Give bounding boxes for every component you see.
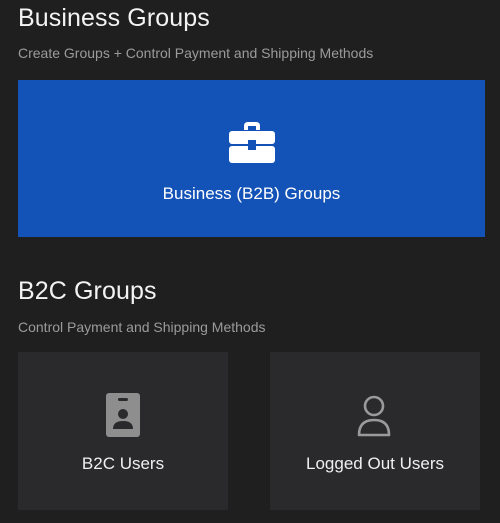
logged-out-users-label: Logged Out Users [306,454,444,473]
b2c-users-label: B2C Users [81,454,165,473]
business-b2b-groups-card[interactable]: Business (B2B) Groups [18,80,485,237]
business-groups-subtitle: Create Groups + Control Payment and Ship… [18,45,374,61]
groups-page: Business Groups Create Groups + Control … [0,0,500,523]
logged-out-users-card[interactable]: Logged Out Users [270,352,480,510]
business-b2b-groups-label: Business (B2B) Groups [162,184,341,203]
business-groups-title: Business Groups [18,4,210,32]
user-outline-icon [357,395,391,437]
b2c-groups-subtitle: Control Payment and Shipping Methods [18,319,266,335]
id-badge-icon [106,393,140,437]
b2c-groups-title: B2C Groups [18,277,157,305]
b2c-users-card[interactable]: B2C Users [18,352,228,510]
briefcase-icon [229,122,275,163]
